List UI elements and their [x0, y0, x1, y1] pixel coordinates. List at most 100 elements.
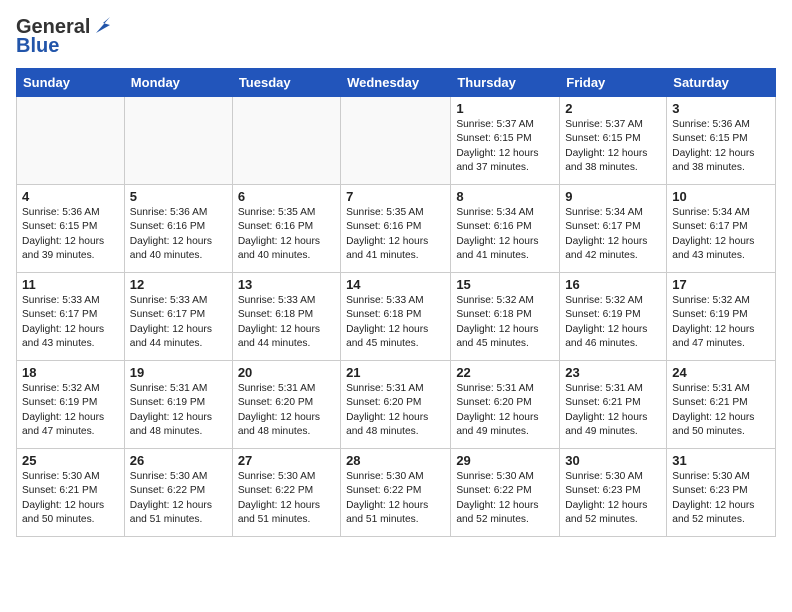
day-info: Sunrise: 5:37 AM Sunset: 6:15 PM Dayligh…: [456, 118, 554, 175]
day-info: Sunrise: 5:30 AM Sunset: 6:23 PM Dayligh…: [565, 470, 661, 527]
weekday-header-monday: Monday: [124, 69, 232, 97]
day-info: Sunrise: 5:32 AM Sunset: 6:19 PM Dayligh…: [565, 294, 661, 351]
day-cell-30: 30 Sunrise: 5:30 AM Sunset: 6:23 PM Dayli…: [560, 449, 667, 537]
day-number: 8: [456, 189, 554, 204]
day-cell-18: 18 Sunrise: 5:32 AM Sunset: 6:19 PM Dayli…: [17, 361, 125, 449]
weekday-header-wednesday: Wednesday: [341, 69, 451, 97]
day-info: Sunrise: 5:30 AM Sunset: 6:22 PM Dayligh…: [130, 470, 227, 527]
day-number: 29: [456, 453, 554, 468]
day-cell-2: 2 Sunrise: 5:37 AM Sunset: 6:15 PM Daylig…: [560, 97, 667, 185]
day-number: 23: [565, 365, 661, 380]
week-row-4: 18 Sunrise: 5:32 AM Sunset: 6:19 PM Dayli…: [17, 361, 776, 449]
page-header: General Blue: [16, 16, 776, 58]
day-cell-19: 19 Sunrise: 5:31 AM Sunset: 6:19 PM Dayli…: [124, 361, 232, 449]
day-number: 27: [238, 453, 335, 468]
day-number: 26: [130, 453, 227, 468]
day-cell-12: 12Sunrise: 5:33 AM Sunset: 6:17 PM Dayli…: [124, 273, 232, 361]
logo-icon: [92, 15, 114, 37]
day-cell-14: 14 Sunrise: 5:33 AM Sunset: 6:18 PM Dayli…: [341, 273, 451, 361]
day-info: Sunrise: 5:37 AM Sunset: 6:15 PM Dayligh…: [565, 118, 661, 175]
day-number: 12: [130, 277, 227, 292]
day-cell-13: 13 Sunrise: 5:33 AM Sunset: 6:18 PM Dayli…: [232, 273, 340, 361]
day-info: Sunrise: 5:34 AM Sunset: 6:17 PM Dayligh…: [672, 206, 770, 263]
day-info: Sunrise: 5:35 AM Sunset: 6:16 PM Dayligh…: [238, 206, 335, 263]
day-number: 22: [456, 365, 554, 380]
day-number: 2: [565, 101, 661, 116]
weekday-header-row: SundayMondayTuesdayWednesdayThursdayFrid…: [17, 69, 776, 97]
weekday-header-thursday: Thursday: [451, 69, 560, 97]
week-row-5: 25 Sunrise: 5:30 AM Sunset: 6:21 PM Dayli…: [17, 449, 776, 537]
week-row-2: 4 Sunrise: 5:36 AM Sunset: 6:15 PM Daylig…: [17, 185, 776, 273]
day-cell-20: 20Sunrise: 5:31 AM Sunset: 6:20 PM Dayli…: [232, 361, 340, 449]
day-info: Sunrise: 5:31 AM Sunset: 6:21 PM Dayligh…: [672, 382, 770, 439]
day-number: 28: [346, 453, 445, 468]
week-row-3: 11Sunrise: 5:33 AM Sunset: 6:17 PM Dayli…: [17, 273, 776, 361]
day-number: 17: [672, 277, 770, 292]
day-info: Sunrise: 5:34 AM Sunset: 6:17 PM Dayligh…: [565, 206, 661, 263]
logo: General Blue: [16, 16, 114, 58]
day-cell-5: 5 Sunrise: 5:36 AM Sunset: 6:16 PM Daylig…: [124, 185, 232, 273]
day-number: 5: [130, 189, 227, 204]
day-cell-7: 7 Sunrise: 5:35 AM Sunset: 6:16 PM Daylig…: [341, 185, 451, 273]
day-number: 30: [565, 453, 661, 468]
weekday-header-sunday: Sunday: [17, 69, 125, 97]
day-number: 4: [22, 189, 119, 204]
day-info: Sunrise: 5:31 AM Sunset: 6:20 PM Dayligh…: [238, 382, 335, 439]
day-cell-21: 21 Sunrise: 5:31 AM Sunset: 6:20 PM Dayli…: [341, 361, 451, 449]
day-info: Sunrise: 5:30 AM Sunset: 6:22 PM Dayligh…: [456, 470, 554, 527]
empty-cell: [17, 97, 125, 185]
day-info: Sunrise: 5:33 AM Sunset: 6:18 PM Dayligh…: [238, 294, 335, 351]
empty-cell: [341, 97, 451, 185]
day-cell-15: 15Sunrise: 5:32 AM Sunset: 6:18 PM Dayli…: [451, 273, 560, 361]
day-number: 14: [346, 277, 445, 292]
day-cell-23: 23Sunrise: 5:31 AM Sunset: 6:21 PM Dayli…: [560, 361, 667, 449]
empty-cell: [232, 97, 340, 185]
day-info: Sunrise: 5:34 AM Sunset: 6:16 PM Dayligh…: [456, 206, 554, 263]
day-cell-26: 26 Sunrise: 5:30 AM Sunset: 6:22 PM Dayli…: [124, 449, 232, 537]
day-cell-25: 25 Sunrise: 5:30 AM Sunset: 6:21 PM Dayli…: [17, 449, 125, 537]
day-info: Sunrise: 5:31 AM Sunset: 6:20 PM Dayligh…: [456, 382, 554, 439]
week-row-1: 1 Sunrise: 5:37 AM Sunset: 6:15 PM Daylig…: [17, 97, 776, 185]
day-info: Sunrise: 5:32 AM Sunset: 6:18 PM Dayligh…: [456, 294, 554, 351]
weekday-header-friday: Friday: [560, 69, 667, 97]
day-cell-11: 11Sunrise: 5:33 AM Sunset: 6:17 PM Dayli…: [17, 273, 125, 361]
day-info: Sunrise: 5:36 AM Sunset: 6:15 PM Dayligh…: [22, 206, 119, 263]
day-info: Sunrise: 5:30 AM Sunset: 6:22 PM Dayligh…: [346, 470, 445, 527]
day-info: Sunrise: 5:31 AM Sunset: 6:19 PM Dayligh…: [130, 382, 227, 439]
day-number: 3: [672, 101, 770, 116]
day-info: Sunrise: 5:32 AM Sunset: 6:19 PM Dayligh…: [672, 294, 770, 351]
day-info: Sunrise: 5:33 AM Sunset: 6:18 PM Dayligh…: [346, 294, 445, 351]
day-info: Sunrise: 5:35 AM Sunset: 6:16 PM Dayligh…: [346, 206, 445, 263]
day-cell-3: 3 Sunrise: 5:36 AM Sunset: 6:15 PM Daylig…: [667, 97, 776, 185]
day-cell-29: 29 Sunrise: 5:30 AM Sunset: 6:22 PM Dayli…: [451, 449, 560, 537]
day-cell-28: 28 Sunrise: 5:30 AM Sunset: 6:22 PM Dayli…: [341, 449, 451, 537]
day-number: 6: [238, 189, 335, 204]
day-number: 7: [346, 189, 445, 204]
day-number: 16: [565, 277, 661, 292]
day-info: Sunrise: 5:36 AM Sunset: 6:15 PM Dayligh…: [672, 118, 770, 175]
day-info: Sunrise: 5:32 AM Sunset: 6:19 PM Dayligh…: [22, 382, 119, 439]
day-number: 21: [346, 365, 445, 380]
weekday-header-tuesday: Tuesday: [232, 69, 340, 97]
day-cell-9: 9 Sunrise: 5:34 AM Sunset: 6:17 PM Daylig…: [560, 185, 667, 273]
day-info: Sunrise: 5:31 AM Sunset: 6:20 PM Dayligh…: [346, 382, 445, 439]
empty-cell: [124, 97, 232, 185]
day-number: 25: [22, 453, 119, 468]
day-number: 10: [672, 189, 770, 204]
day-number: 13: [238, 277, 335, 292]
day-cell-6: 6 Sunrise: 5:35 AM Sunset: 6:16 PM Daylig…: [232, 185, 340, 273]
day-cell-10: 10 Sunrise: 5:34 AM Sunset: 6:17 PM Dayli…: [667, 185, 776, 273]
day-cell-22: 22 Sunrise: 5:31 AM Sunset: 6:20 PM Dayli…: [451, 361, 560, 449]
calendar-table: SundayMondayTuesdayWednesdayThursdayFrid…: [16, 68, 776, 537]
day-cell-4: 4 Sunrise: 5:36 AM Sunset: 6:15 PM Daylig…: [17, 185, 125, 273]
day-info: Sunrise: 5:36 AM Sunset: 6:16 PM Dayligh…: [130, 206, 227, 263]
day-cell-8: 8 Sunrise: 5:34 AM Sunset: 6:16 PM Daylig…: [451, 185, 560, 273]
day-number: 9: [565, 189, 661, 204]
day-info: Sunrise: 5:30 AM Sunset: 6:23 PM Dayligh…: [672, 470, 770, 527]
day-info: Sunrise: 5:30 AM Sunset: 6:21 PM Dayligh…: [22, 470, 119, 527]
day-cell-1: 1 Sunrise: 5:37 AM Sunset: 6:15 PM Daylig…: [451, 97, 560, 185]
day-number: 24: [672, 365, 770, 380]
day-number: 1: [456, 101, 554, 116]
day-number: 19: [130, 365, 227, 380]
day-number: 18: [22, 365, 119, 380]
